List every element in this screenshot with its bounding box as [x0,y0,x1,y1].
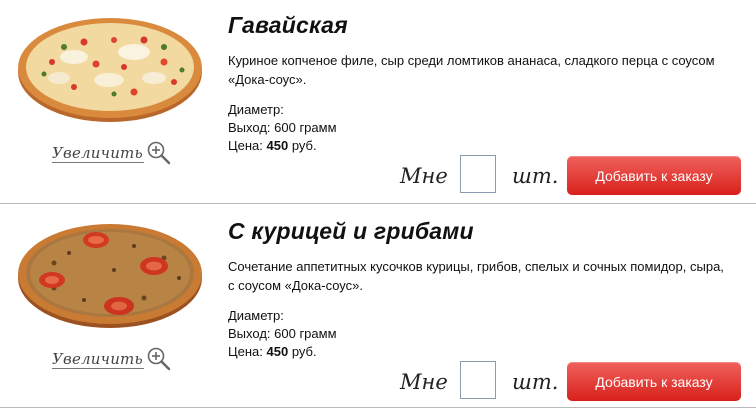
divider [0,407,756,408]
price-label: Цена: [228,138,263,153]
yield-value: 600 грамм [274,326,337,341]
pizza-image-hawaiian[interactable] [14,12,206,124]
diameter-row: Диаметр: [228,307,337,325]
price-value: 450 [266,138,289,153]
magnifier-plus-icon[interactable] [146,140,172,166]
quantity-prefix: Мне [400,164,448,188]
zoom-link[interactable]: Увеличить [52,346,172,372]
price-currency: руб. [291,138,317,153]
divider [0,203,756,204]
diameter-label: Диаметр: [228,308,284,323]
yield-label: Выход: [228,326,271,341]
yield-value: 600 грамм [274,120,337,135]
yield-label: Выход: [228,120,271,135]
diameter-row: Диаметр: [228,101,337,119]
zoom-underline [52,368,144,369]
yield-row: Выход: 600 грамм [228,119,337,137]
add-to-order-button[interactable]: Добавить к заказу [567,156,741,195]
product-title: С курицей и грибами [228,218,474,244]
product-description: Куриное копченое филе, сыр среди ломтико… [228,53,715,87]
zoom-label[interactable]: Увеличить [52,350,143,368]
product-card-chicken-mushrooms: Увеличить С курицей и грибами Сочетание … [0,206,756,410]
add-to-order-button[interactable]: Добавить к заказу [567,362,741,401]
zoom-link[interactable]: Увеличить [52,140,172,166]
price-label: Цена: [228,344,263,359]
price-value: 450 [266,344,289,359]
yield-row: Выход: 600 грамм [228,325,337,343]
product-title: Гавайская [228,12,348,38]
pizza-image-chicken-mushrooms[interactable] [14,218,206,330]
diameter-label: Диаметр: [228,102,284,117]
price-row: Цена: 450 руб. [228,343,337,361]
magnifier-plus-icon[interactable] [146,346,172,372]
quantity-input[interactable] [460,361,496,399]
product-specs: Диаметр: Выход: 600 грамм Цена: 450 руб. [228,101,337,155]
quantity-unit: шт. [512,370,559,394]
product-description: Сочетание аппетитных кусочков курицы, гр… [228,259,724,293]
price-currency: руб. [291,344,317,359]
quantity-prefix: Мне [400,370,448,394]
zoom-underline [52,162,144,163]
product-specs: Диаметр: Выход: 600 грамм Цена: 450 руб. [228,307,337,361]
product-card-hawaiian: Увеличить Гавайская Куриное копченое фил… [0,0,756,204]
price-row: Цена: 450 руб. [228,137,337,155]
quantity-unit: шт. [512,164,559,188]
zoom-label[interactable]: Увеличить [52,144,143,162]
quantity-input[interactable] [460,155,496,193]
